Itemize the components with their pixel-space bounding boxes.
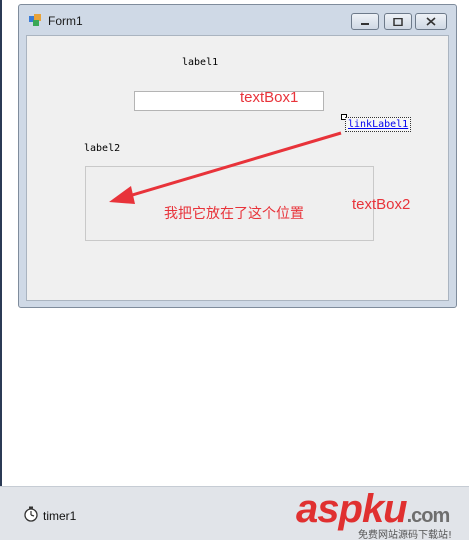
timer1-label[interactable]: timer1 — [43, 509, 76, 523]
textbox2-annotation: textBox2 — [352, 196, 411, 213]
close-button[interactable] — [415, 13, 447, 30]
watermark-com: .com — [406, 505, 451, 527]
watermark-asp: asp — [296, 487, 363, 531]
close-icon — [426, 17, 436, 26]
title-bar[interactable]: Form1 — [19, 5, 456, 35]
maximize-icon — [393, 17, 403, 26]
watermark-subtitle: 免费网站源码下载站! — [358, 530, 453, 541]
arrow-annotation-text: 我把它放在了这个位置 — [164, 206, 304, 222]
form-window[interactable]: Form1 label1 textBox1 linkLabel1 label2 … — [18, 4, 457, 308]
label1[interactable]: label1 — [182, 57, 218, 68]
textbox1-annotation: textBox1 — [240, 89, 299, 106]
watermark-logo: aspku.com 免费网站源码下载站! — [296, 487, 468, 541]
linklabel1[interactable]: linkLabel1 — [345, 117, 412, 132]
minimize-button[interactable] — [351, 13, 379, 30]
label2[interactable]: label2 — [84, 143, 120, 154]
form-title: Form1 — [48, 14, 83, 28]
component-tray: timer1 aspku.com 免费网站源码下载站! — [0, 486, 469, 541]
form-client-area[interactable]: label1 textBox1 linkLabel1 label2 textBo… — [26, 35, 449, 301]
timer-icon[interactable] — [23, 506, 39, 522]
watermark-ku: ku — [361, 487, 408, 531]
form-icon — [29, 14, 41, 26]
minimize-icon — [361, 22, 369, 25]
designer-surface: Form1 label1 textBox1 linkLabel1 label2 … — [0, 0, 469, 486]
maximize-button[interactable] — [384, 13, 412, 30]
